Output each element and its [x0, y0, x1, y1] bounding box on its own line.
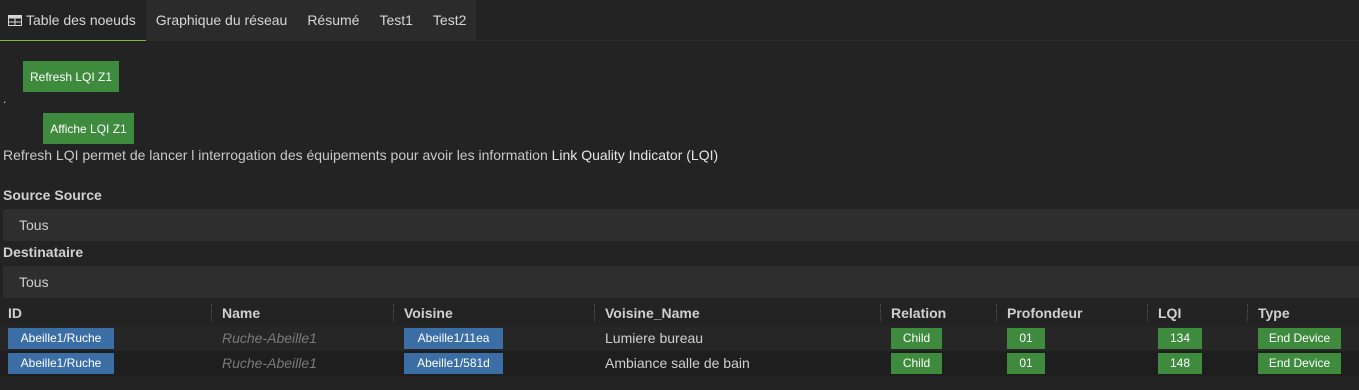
- tab-graphique-du-reseau[interactable]: Graphique du réseau: [146, 0, 298, 40]
- column-divider: [393, 304, 394, 322]
- tab-label: Test2: [432, 12, 467, 28]
- tab-test1[interactable]: Test1: [369, 0, 422, 40]
- source-filter-select[interactable]: Tous: [3, 209, 1359, 241]
- separator-dot: .: [3, 92, 7, 106]
- profondeur-badge: 01: [1007, 328, 1045, 349]
- tab-label: Table des noeuds: [26, 12, 136, 28]
- column-divider: [211, 304, 212, 322]
- profondeur-badge: 01: [1007, 353, 1045, 374]
- source-filter-label: Source Source: [3, 187, 102, 203]
- show-lqi-button[interactable]: Affiche LQI Z1: [43, 113, 134, 144]
- name-cell: Ruche-Abeille1: [222, 330, 317, 346]
- destination-filter-label: Destinataire: [3, 244, 84, 260]
- id-badge[interactable]: Abeille1/Ruche: [8, 353, 114, 374]
- info-text-plain: Refresh LQI permet de lancer l interroga…: [3, 147, 552, 163]
- column-header-voisine[interactable]: Voisine: [404, 302, 453, 324]
- table-header: ID Name Voisine Voisine_Name Relation Pr…: [0, 302, 1359, 324]
- column-divider: [594, 304, 595, 322]
- tab-divider: [467, 40, 1359, 41]
- table-row: Abeille1/Ruche Ruche-Abeille1 Abeille1/1…: [0, 326, 1359, 351]
- voisine-badge[interactable]: Abeille1/581d: [404, 353, 503, 374]
- column-divider: [996, 304, 997, 322]
- column-divider: [880, 304, 881, 322]
- id-badge[interactable]: Abeille1/Ruche: [8, 328, 114, 349]
- table-icon: [8, 15, 22, 26]
- column-header-relation[interactable]: Relation: [891, 302, 946, 324]
- relation-badge: Child: [891, 328, 942, 349]
- tab-label: Graphique du réseau: [155, 12, 288, 28]
- refresh-lqi-button[interactable]: Refresh LQI Z1: [23, 61, 119, 92]
- name-cell: Ruche-Abeille1: [222, 355, 317, 371]
- tab-label: Test1: [379, 12, 413, 28]
- table-row: Abeille1/Ruche Ruche-Abeille1 Abeille1/5…: [0, 351, 1359, 376]
- tab-resume[interactable]: Résumé: [297, 0, 369, 40]
- column-header-voisine-name[interactable]: Voisine_Name: [605, 302, 700, 324]
- lqi-badge: 148: [1158, 353, 1202, 374]
- type-badge: End Device: [1258, 353, 1341, 374]
- tab-bar: Table des noeuds Graphique du réseau Rés…: [0, 0, 477, 41]
- voisine-name-cell: Ambiance salle de bain: [605, 355, 750, 371]
- type-badge: End Device: [1258, 328, 1341, 349]
- info-text-bold: Link Quality Indicator (LQI): [551, 147, 719, 163]
- column-header-name[interactable]: Name: [222, 302, 260, 324]
- tab-test2[interactable]: Test2: [423, 0, 476, 40]
- tab-table-des-noeuds[interactable]: Table des noeuds: [0, 0, 146, 41]
- voisine-name-cell: Lumiere bureau: [605, 330, 704, 346]
- column-header-type[interactable]: Type: [1258, 302, 1290, 324]
- voisine-badge[interactable]: Abeille1/11ea: [404, 328, 503, 349]
- tab-label: Résumé: [307, 12, 360, 28]
- lqi-badge: 134: [1158, 328, 1202, 349]
- destination-filter-select[interactable]: Tous: [3, 266, 1359, 298]
- column-header-profondeur[interactable]: Profondeur: [1007, 302, 1082, 324]
- column-header-id[interactable]: ID: [8, 302, 22, 324]
- column-divider: [1147, 304, 1148, 322]
- column-header-lqi[interactable]: LQI: [1158, 302, 1181, 324]
- column-divider: [1247, 304, 1248, 322]
- relation-badge: Child: [891, 353, 942, 374]
- info-text: Refresh LQI permet de lancer l interroga…: [3, 147, 718, 163]
